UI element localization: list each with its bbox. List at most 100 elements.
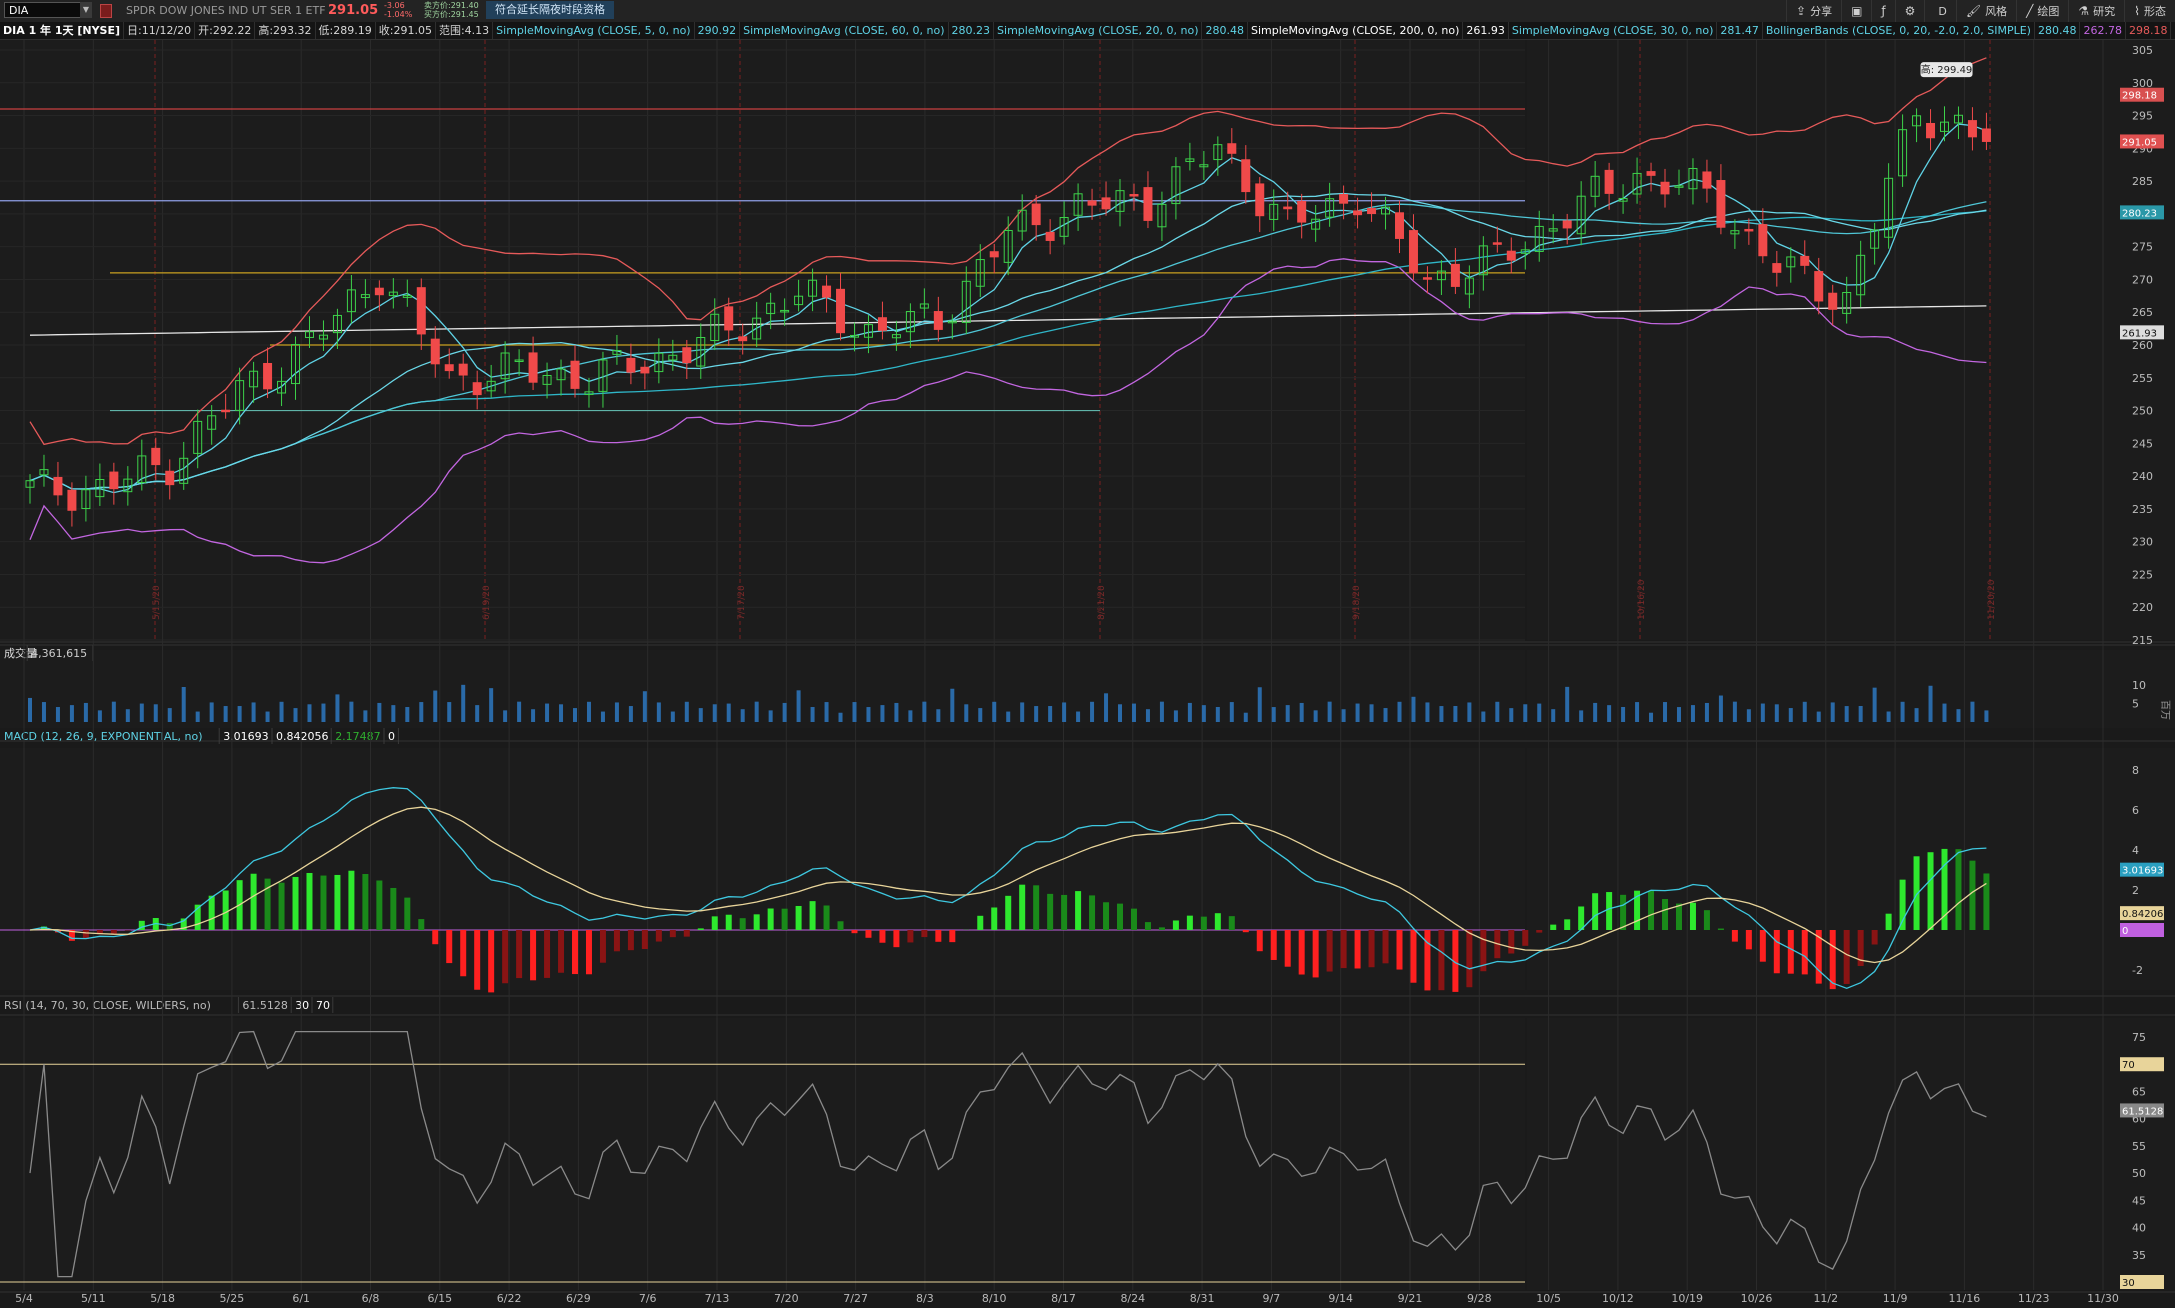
price-axis-label: 270 [2132, 273, 2153, 286]
volume-axis-label: 10 [2132, 679, 2146, 692]
macd-histogram-bar [1536, 930, 1543, 933]
macd-histogram-bar [1885, 913, 1892, 930]
study-name[interactable]: SimpleMovingAvg (CLOSE, 20, 0, no) [994, 22, 1203, 39]
macd-histogram-bar [1466, 930, 1473, 988]
volume-bar [1649, 712, 1654, 722]
candle-body [1870, 229, 1880, 249]
macd-histogram-bar [418, 919, 425, 930]
panel-area [0, 748, 1525, 990]
toolbar-label: 形态 [2144, 5, 2166, 18]
volume-bar [796, 690, 801, 722]
candle-body [1017, 209, 1027, 232]
study-name[interactable]: BollingerBands (CLOSE, 0, 20, -2.0, 2.0,… [1763, 22, 2035, 39]
studies-button[interactable]: ƒ [1871, 0, 1894, 22]
candle-body [388, 291, 398, 297]
macd-histogram-bar [1843, 930, 1850, 984]
macd-marker: 3.01693 [2122, 866, 2163, 877]
candle-body [626, 357, 636, 373]
volume-bar [167, 708, 172, 722]
candle-body [1618, 197, 1628, 202]
study-name[interactable]: SimpleMovingAvg (CLOSE, 5, 0, no) [493, 22, 695, 39]
candle-body [1269, 203, 1279, 220]
volume-bar [573, 708, 578, 722]
macd-histogram-bar [767, 908, 774, 930]
macd-histogram-bar [1326, 930, 1333, 972]
volume-bar [1313, 710, 1318, 722]
panel-header-text: 2.17487 [335, 730, 381, 743]
macd-histogram-bar [264, 878, 271, 930]
candle-body [1632, 172, 1642, 195]
bollinger-upper-line [29, 57, 1987, 446]
macd-histogram-bar [1759, 930, 1766, 962]
volume-bar [1187, 702, 1192, 722]
volume-bar [1858, 705, 1863, 722]
style-button[interactable]: 🖌 风格 [1955, 0, 2016, 22]
pattern-button[interactable]: ⌇ 形态 [2124, 0, 2175, 22]
macd-histogram-bar [1731, 930, 1738, 942]
price-axis-label: 295 [2132, 110, 2153, 123]
symbol-input[interactable]: DIA [4, 2, 90, 18]
panel-header-text: 30 [295, 999, 309, 1012]
volume-bar [1900, 701, 1905, 722]
macd-histogram-bar [320, 875, 327, 930]
x-axis-label: 7/13 [705, 1292, 730, 1305]
macd-histogram-bar [1815, 930, 1822, 984]
candle-body [318, 334, 328, 340]
chart-canvas[interactable]: 成交量4,361,615 MACD (12, 26, 9, EXPONENTIAL… [0, 0, 2175, 1308]
panel-header-text: RSI (14, 70, 30, CLOSE, WILDERS, no) [4, 999, 211, 1012]
volume-bar [992, 701, 997, 722]
candle-body [1185, 158, 1195, 162]
volume-bar [1034, 706, 1039, 722]
macd-histogram-bar [348, 870, 355, 930]
chart-title[interactable]: DIA 1 年 1天 [NYSE] [0, 22, 125, 39]
candle-body [95, 479, 105, 498]
macd-histogram-bar [935, 930, 942, 942]
volume-bar [712, 704, 717, 722]
chevron-down-icon[interactable]: ▼ [80, 2, 92, 18]
macd-histogram-bar [96, 930, 103, 935]
macd-histogram-bar [1075, 891, 1082, 930]
volume-bar [251, 702, 256, 722]
candle-body [500, 352, 510, 380]
alert-icon[interactable] [100, 4, 112, 18]
price-axis-label: 220 [2132, 601, 2153, 614]
volume-bar [447, 702, 452, 722]
candle-body [1143, 187, 1153, 221]
macd-signal-line [29, 806, 1987, 964]
macd-histogram-bar [292, 876, 299, 930]
study-name[interactable]: SimpleMovingAvg (CLOSE, 30, 0, no) [1509, 22, 1718, 39]
price-axis-label: 240 [2132, 470, 2153, 483]
macd-histogram-bar [544, 930, 551, 978]
candle-body [137, 455, 147, 484]
volume-bar [1886, 711, 1891, 722]
candle-body [710, 313, 720, 342]
macd-histogram-bar [1606, 892, 1613, 930]
gear-button[interactable]: ⚙ [1894, 0, 1925, 22]
volume-bar [1956, 709, 1961, 722]
panel-header-text: 0.842056 [276, 730, 329, 743]
high-note-text: 高: 299.49 [1921, 63, 1973, 76]
study-name[interactable]: SimpleMovingAvg (CLOSE, 200, 0, no) [1248, 22, 1464, 39]
share-button[interactable]: ⇪ 分享 [1786, 0, 1841, 22]
rsi-axis-label: 40 [2132, 1222, 2146, 1235]
gallery-button[interactable]: ▣ [1841, 0, 1871, 22]
price-axis-label: 225 [2132, 568, 2153, 581]
price-axis-label: 245 [2132, 437, 2153, 450]
volume-bar [1663, 702, 1668, 722]
macd-histogram-bar [1089, 895, 1096, 930]
pencil-button[interactable]: ╱ 绘图 [2016, 0, 2068, 22]
volume-bar [489, 688, 494, 722]
drawing-set-button[interactable]: D [1924, 0, 1955, 22]
macd-histogram-bar [697, 928, 704, 930]
macd-histogram-bar [110, 930, 117, 934]
x-axis-label: 8/10 [982, 1292, 1007, 1305]
extended-hours-button[interactable]: 符合延长隔夜时段资格 [486, 1, 614, 19]
rsi-marker-bg [2120, 1103, 2164, 1118]
panel-area [0, 40, 1525, 640]
gear-icon: ⚙ [1904, 4, 1916, 18]
x-axis-label: 10/5 [1536, 1292, 1561, 1305]
flask-button[interactable]: ⚗ 研究 [2068, 0, 2124, 22]
volume-bar [125, 709, 130, 722]
price-axis-label: 260 [2132, 339, 2153, 352]
study-name[interactable]: SimpleMovingAvg (CLOSE, 60, 0, no) [740, 22, 949, 39]
